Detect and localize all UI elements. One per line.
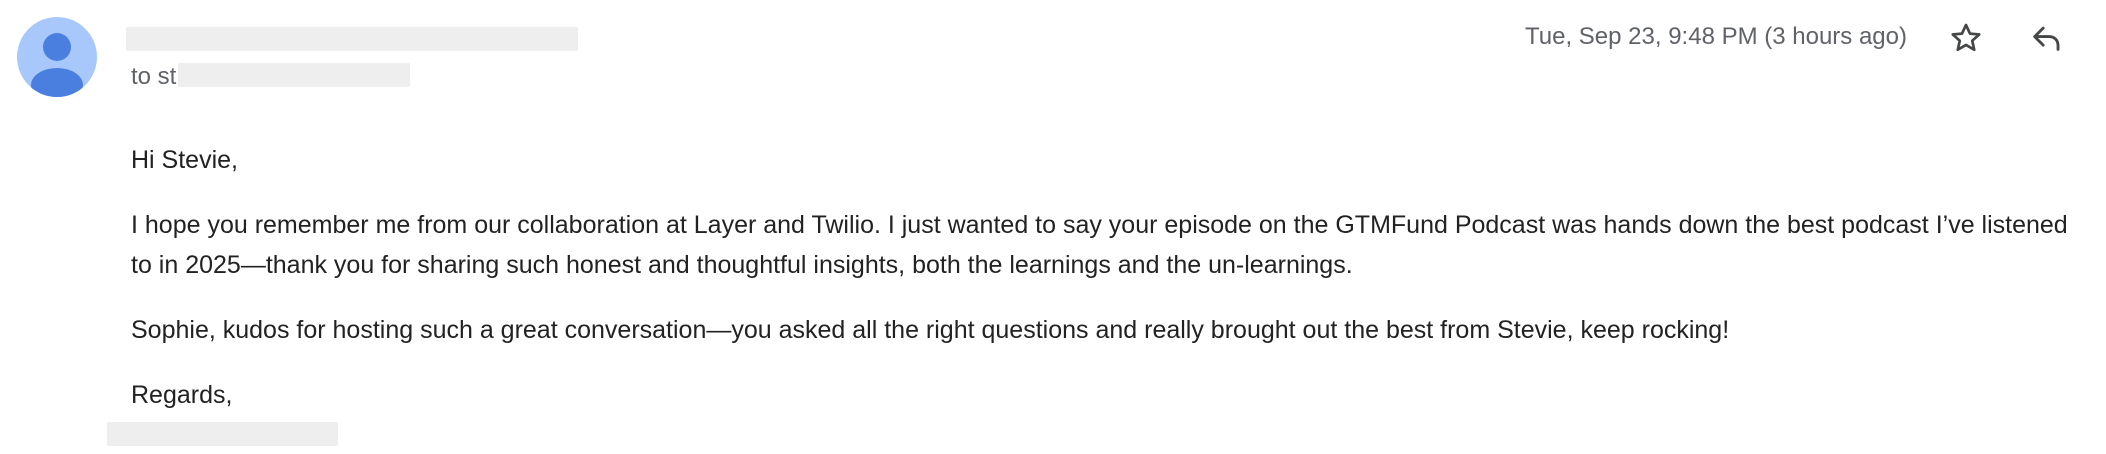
star-button[interactable] xyxy=(1944,16,1988,60)
body-paragraph: I hope you remember me from our collabor… xyxy=(131,211,2068,279)
sender-name-redacted xyxy=(126,27,578,51)
signature-redacted xyxy=(107,422,338,446)
body-paragraph: Sophie, kudos for hosting such a great c… xyxy=(131,316,1730,344)
sender-avatar[interactable] xyxy=(17,17,97,97)
recipient-line[interactable]: to st xyxy=(131,62,176,92)
reply-icon xyxy=(2033,26,2060,51)
closing: Regards, xyxy=(131,381,233,409)
email-body: Hi Stevie, I hope you remember me from o… xyxy=(131,140,2091,440)
person-icon xyxy=(31,33,83,97)
reply-button[interactable] xyxy=(2024,16,2068,60)
email-timestamp: Tue, Sep 23, 9:48 PM (3 hours ago) xyxy=(1525,23,1907,50)
greeting: Hi Stevie, xyxy=(131,146,238,174)
star-icon xyxy=(1951,23,1981,52)
recipient-redacted xyxy=(178,63,410,87)
